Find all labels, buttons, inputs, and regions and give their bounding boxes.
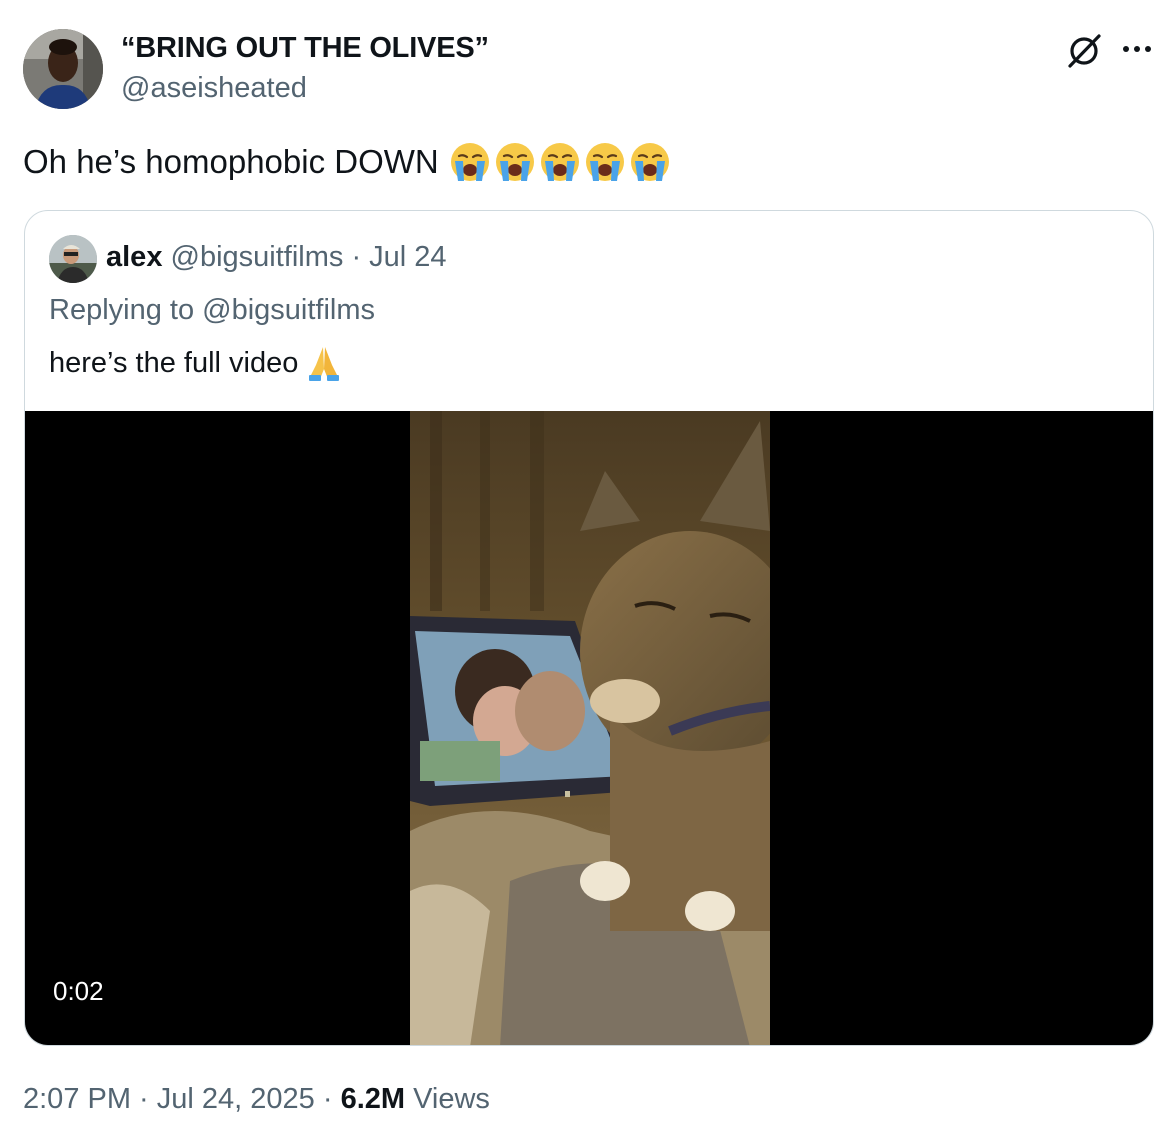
emoji-row bbox=[449, 141, 671, 183]
replying-to: Replying to @bigsuitfilms bbox=[49, 294, 376, 326]
quoted-body: here’s the full video bbox=[49, 346, 299, 379]
tweet-text: Oh he’s homophobic DOWN bbox=[23, 141, 671, 183]
video-thumbnail[interactable] bbox=[410, 411, 770, 1045]
video-player[interactable]: 0:02 bbox=[25, 411, 1153, 1045]
folded-hands-icon bbox=[309, 347, 340, 381]
quoted-handle-date[interactable]: @bigsuitfilms · Jul 24 bbox=[171, 241, 447, 273]
views-label: Views bbox=[405, 1083, 490, 1115]
loudly-crying-face-icon bbox=[540, 143, 579, 181]
loudly-crying-face-icon bbox=[450, 143, 489, 181]
quoted-text: here’s the full video bbox=[49, 343, 344, 383]
quoted-author-avatar[interactable] bbox=[49, 235, 97, 283]
quoted-header: alex @bigsuitfilms · Jul 24 bbox=[106, 241, 447, 274]
grok-icon[interactable] bbox=[1064, 30, 1104, 70]
video-timestamp: 0:02 bbox=[53, 976, 104, 1006]
tweet-footer: 2:07 PM · Jul 24, 2025 · 6.2M Views bbox=[23, 1083, 490, 1116]
more-icon[interactable] bbox=[1118, 34, 1158, 64]
quoted-author-name[interactable]: alex bbox=[106, 241, 162, 273]
author-avatar[interactable] bbox=[23, 29, 103, 109]
loudly-crying-face-icon bbox=[495, 143, 534, 181]
author-display-name[interactable]: “BRING OUT THE OLIVES” bbox=[121, 32, 489, 65]
loudly-crying-face-icon bbox=[630, 143, 669, 181]
tweet-time-date[interactable]: 2:07 PM · Jul 24, 2025 · bbox=[23, 1083, 341, 1115]
loudly-crying-face-icon bbox=[585, 143, 624, 181]
tweet-body: Oh he’s homophobic DOWN bbox=[23, 143, 439, 180]
quoted-tweet-card[interactable]: alex @bigsuitfilms · Jul 24 Replying to … bbox=[24, 210, 1154, 1046]
views-count: 6.2M bbox=[340, 1083, 406, 1115]
author-handle[interactable]: @aseisheated bbox=[121, 72, 307, 105]
